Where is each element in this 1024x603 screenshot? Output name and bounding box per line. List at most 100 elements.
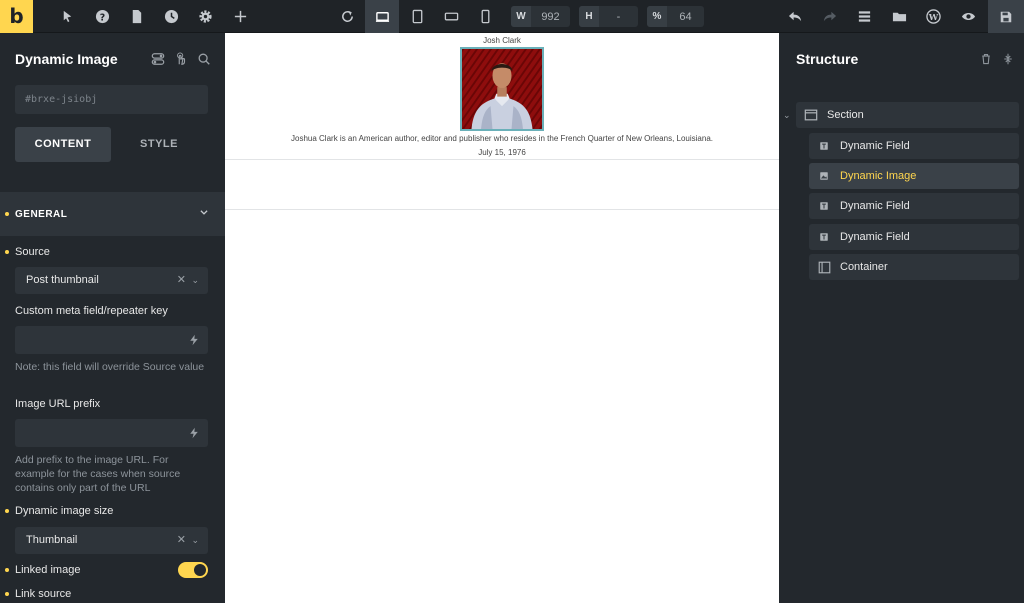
prefix-input[interactable] bbox=[15, 419, 208, 447]
dynamic-image[interactable] bbox=[460, 47, 544, 131]
chevron-down-icon: ⌄ bbox=[191, 535, 199, 545]
svg-text:W: W bbox=[927, 12, 938, 22]
zoom-label: % bbox=[647, 6, 667, 27]
search-icon[interactable] bbox=[197, 52, 211, 66]
person-photo bbox=[462, 49, 542, 129]
height-label: H bbox=[579, 6, 599, 27]
general-section-header[interactable]: GENERAL bbox=[0, 192, 225, 236]
pointer-icon[interactable] bbox=[52, 0, 82, 33]
redo-icon[interactable] bbox=[814, 0, 844, 33]
top-toolbar: b ? W 992 H - % 64 W bbox=[0, 0, 1024, 33]
dynamic-field-description[interactable]: Joshua Clark is an American author, edit… bbox=[225, 134, 779, 143]
dynamic-image-icon bbox=[817, 169, 831, 183]
link-source-label: Link source bbox=[15, 588, 72, 600]
prefix-label: Image URL prefix bbox=[15, 398, 101, 410]
tree-item-label: Container bbox=[840, 261, 888, 273]
section-title: GENERAL bbox=[15, 208, 68, 220]
tree-item-section[interactable]: Section bbox=[796, 102, 1019, 128]
canvas-height-field[interactable]: H - bbox=[579, 6, 638, 27]
height-value: - bbox=[616, 10, 621, 23]
modified-dot bbox=[5, 509, 9, 513]
svg-text:?: ? bbox=[99, 12, 104, 23]
save-icon bbox=[1000, 11, 1012, 22]
tree-item-dynamic-image[interactable]: Dynamic Image bbox=[809, 163, 1019, 189]
toggle-knob bbox=[194, 564, 206, 576]
builder-canvas[interactable]: Josh Clark Joshua Clark is an American a… bbox=[225, 33, 779, 603]
tree-item-dynamic-field[interactable]: Dynamic Field bbox=[809, 133, 1019, 159]
dynamic-data-bolt-icon[interactable] bbox=[188, 333, 200, 351]
prefix-note: Add prefix to the image URL. For example… bbox=[15, 454, 181, 494]
history-icon[interactable] bbox=[156, 0, 186, 33]
dynamic-field-icon bbox=[817, 139, 831, 153]
tree-item-label: Dynamic Field bbox=[840, 200, 910, 212]
source-value: Post thumbnail bbox=[26, 274, 99, 286]
trash-icon[interactable] bbox=[980, 52, 992, 70]
meta-field-note: Note: this field will override Source va… bbox=[15, 361, 205, 373]
image-size-select[interactable]: Thumbnail ✕ ⌄ bbox=[15, 527, 208, 554]
linked-image-toggle[interactable] bbox=[178, 562, 208, 578]
chevron-down-icon bbox=[199, 207, 209, 220]
image-size-value: Thumbnail bbox=[26, 534, 78, 546]
modified-dot bbox=[5, 212, 9, 216]
section-divider bbox=[225, 159, 779, 160]
image-size-label: Dynamic image size bbox=[15, 505, 114, 517]
width-label: W bbox=[511, 6, 531, 27]
tab-style[interactable]: STYLE bbox=[111, 127, 207, 162]
structure-actions bbox=[980, 52, 1014, 70]
structure-title: Structure bbox=[796, 51, 859, 67]
collapse-all-icon[interactable] bbox=[1002, 52, 1014, 70]
add-element-icon[interactable] bbox=[225, 0, 255, 33]
interactions-hand-icon[interactable] bbox=[174, 52, 188, 66]
tree-item-dynamic-field[interactable]: Dynamic Field bbox=[809, 224, 1019, 250]
help-icon[interactable]: ? bbox=[87, 0, 117, 33]
reload-icon[interactable] bbox=[332, 0, 362, 33]
toggle-settings-icon[interactable] bbox=[151, 52, 165, 66]
pages-icon[interactable] bbox=[121, 0, 151, 33]
canvas-width-field[interactable]: W 992 bbox=[511, 6, 570, 27]
tree-item-label: Dynamic Field bbox=[840, 231, 910, 243]
source-label: Source bbox=[15, 246, 50, 258]
mobile-landscape-icon[interactable] bbox=[436, 0, 466, 33]
dynamic-field-title[interactable]: Josh Clark bbox=[225, 36, 779, 45]
chevron-down-icon: ⌄ bbox=[191, 275, 199, 285]
element-id-field[interactable]: #brxe-jsiobj bbox=[15, 85, 208, 114]
panel-title: Dynamic Image bbox=[15, 51, 118, 67]
linked-image-label: Linked image bbox=[15, 564, 81, 576]
structure-panel: Structure ⌄ Section Dynamic Field Dynami… bbox=[779, 33, 1024, 603]
tablet-portrait-icon[interactable] bbox=[402, 0, 432, 33]
meta-field-input[interactable] bbox=[15, 326, 208, 354]
meta-field-label: Custom meta field/repeater key bbox=[15, 305, 168, 317]
folder-icon[interactable] bbox=[884, 0, 914, 33]
desktop-breakpoint-icon[interactable] bbox=[365, 0, 399, 33]
tree-item-container[interactable]: Container bbox=[809, 254, 1019, 280]
tree-item-label: Section bbox=[827, 109, 864, 121]
mobile-portrait-icon[interactable] bbox=[470, 0, 500, 33]
dynamic-data-bolt-icon[interactable] bbox=[188, 426, 200, 444]
container-divider bbox=[225, 209, 779, 210]
bricks-logo[interactable]: b bbox=[0, 0, 33, 33]
source-select[interactable]: Post thumbnail ✕ ⌄ bbox=[15, 267, 208, 294]
settings-gear-icon[interactable] bbox=[190, 0, 220, 33]
dynamic-field-date[interactable]: July 15, 1976 bbox=[225, 148, 779, 157]
zoom-value: 64 bbox=[679, 10, 692, 23]
container-icon bbox=[817, 260, 831, 274]
preview-eye-icon[interactable] bbox=[953, 0, 983, 33]
save-button[interactable] bbox=[988, 0, 1024, 33]
zoom-field[interactable]: % 64 bbox=[647, 6, 704, 27]
tree-item-label: Dynamic Field bbox=[840, 140, 910, 152]
clear-icon[interactable]: ✕ bbox=[177, 527, 186, 554]
modified-dot bbox=[5, 250, 9, 254]
undo-icon[interactable] bbox=[780, 0, 810, 33]
section-icon bbox=[804, 108, 818, 122]
tree-item-label: Dynamic Image bbox=[840, 170, 917, 182]
tree-item-dynamic-field[interactable]: Dynamic Field bbox=[809, 193, 1019, 219]
width-value: 992 bbox=[541, 10, 560, 23]
structure-menu-icon[interactable] bbox=[849, 0, 879, 33]
panel-header-actions bbox=[151, 52, 211, 66]
modified-dot bbox=[5, 592, 9, 596]
clear-icon[interactable]: ✕ bbox=[177, 267, 186, 294]
chevron-down-icon[interactable]: ⌄ bbox=[783, 110, 791, 121]
tab-content[interactable]: CONTENT bbox=[15, 127, 111, 162]
dynamic-field-icon bbox=[817, 230, 831, 244]
wordpress-icon[interactable]: W bbox=[918, 0, 948, 33]
